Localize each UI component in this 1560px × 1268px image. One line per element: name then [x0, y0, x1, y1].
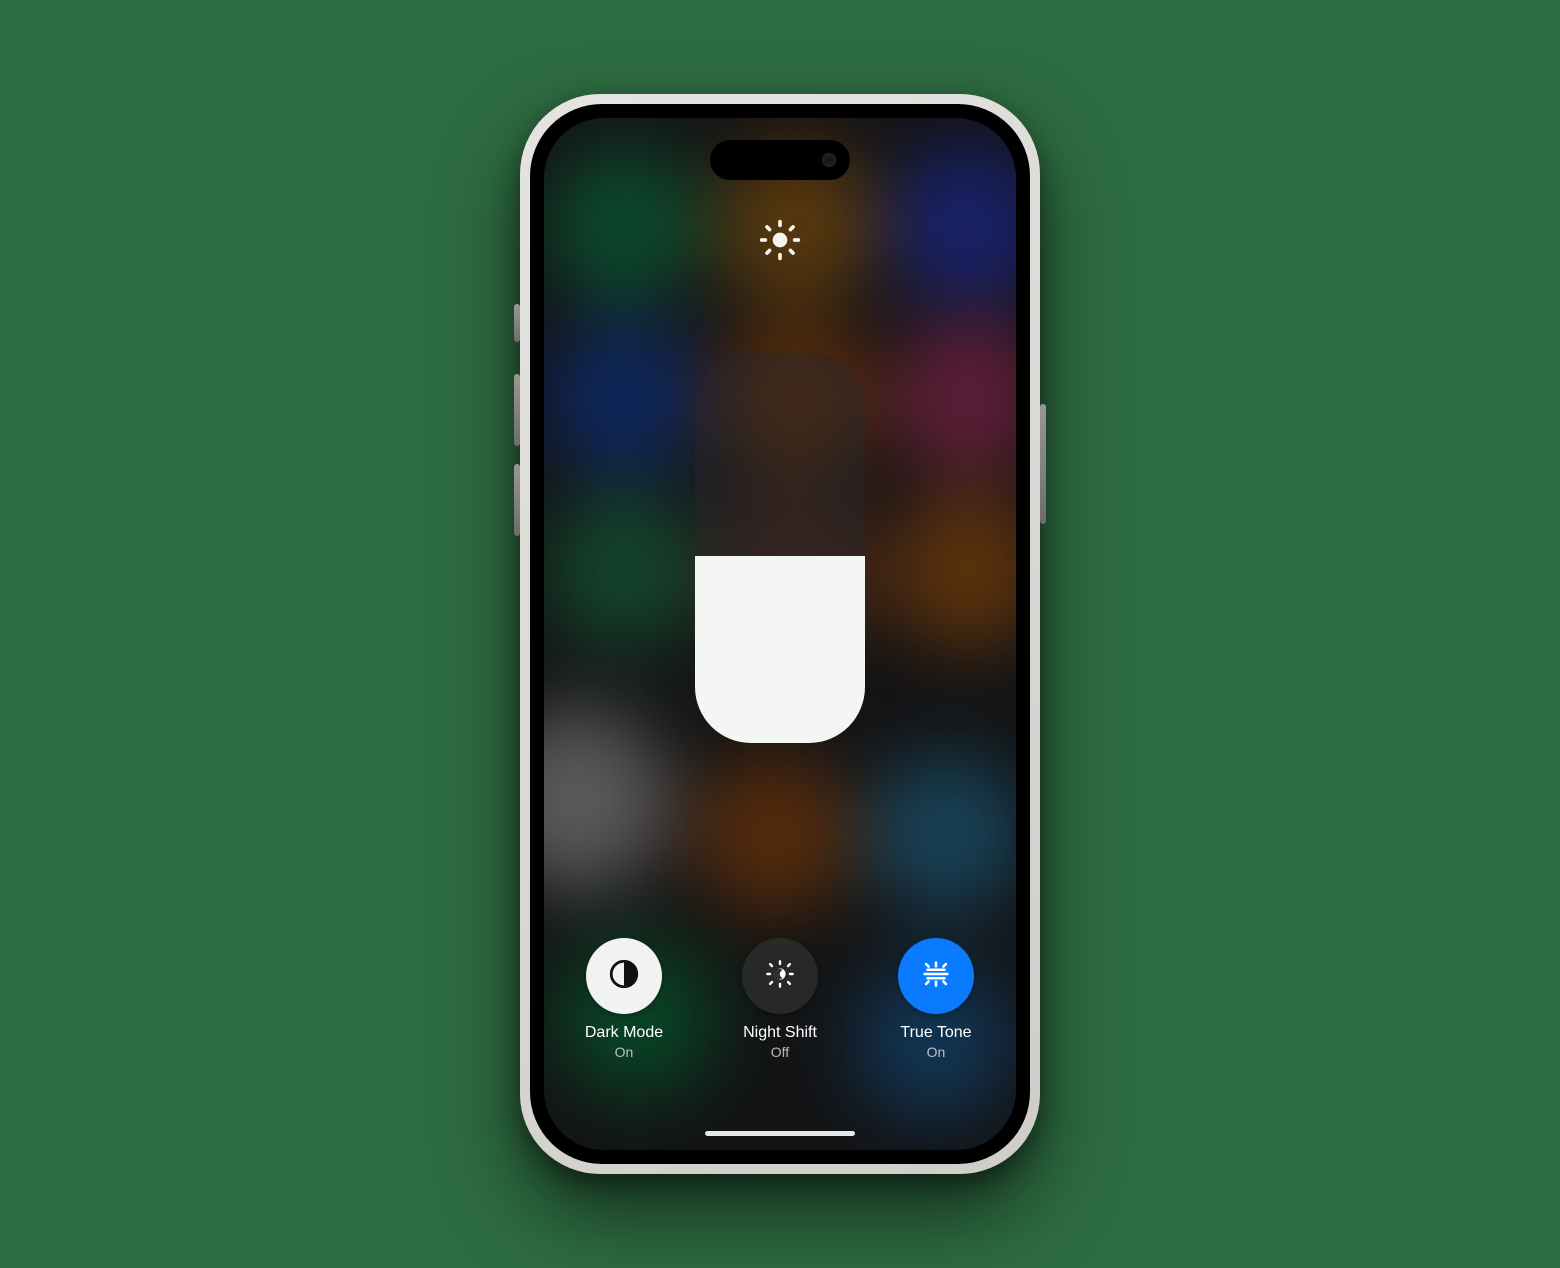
brightness-slider[interactable] [695, 353, 865, 743]
dark-mode-button[interactable] [586, 938, 662, 1014]
true-tone-title: True Tone [900, 1024, 971, 1042]
true-tone-status: On [927, 1044, 946, 1060]
dark-mode-status: On [615, 1044, 634, 1060]
true-tone-icon [919, 957, 953, 996]
side-button [1040, 404, 1046, 524]
volume-up-button [514, 374, 520, 446]
home-indicator[interactable] [705, 1131, 855, 1136]
screen: Dark Mode On [544, 118, 1016, 1150]
dynamic-island [710, 140, 850, 180]
brightness-slider-fill [695, 556, 865, 743]
dark-mode-icon [607, 957, 641, 996]
night-shift-status: Off [771, 1044, 789, 1060]
dark-mode-title: Dark Mode [585, 1024, 663, 1042]
iphone-device-frame: Dark Mode On [520, 94, 1040, 1174]
dark-mode-control: Dark Mode On [569, 938, 679, 1060]
ring-switch [514, 304, 520, 342]
true-tone-button[interactable] [898, 938, 974, 1014]
true-tone-control: True Tone On [881, 938, 991, 1060]
night-shift-control: Night Shift Off [725, 938, 835, 1060]
night-shift-icon [764, 958, 796, 995]
volume-down-button [514, 464, 520, 536]
display-controls-row: Dark Mode On [544, 938, 1016, 1060]
brightness-sun-icon [758, 218, 802, 267]
night-shift-title: Night Shift [743, 1024, 817, 1042]
night-shift-button[interactable] [742, 938, 818, 1014]
